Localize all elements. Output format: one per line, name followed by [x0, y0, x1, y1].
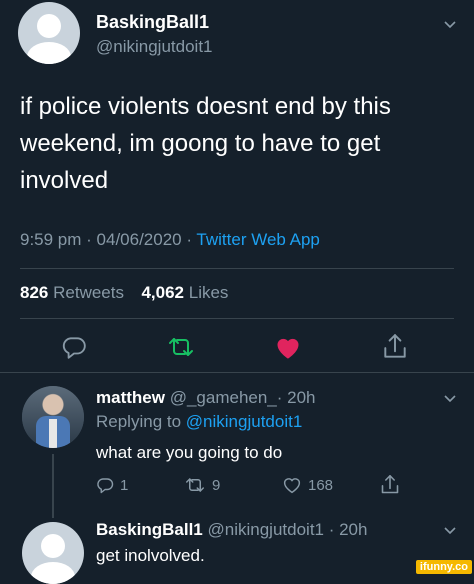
reply-text: get inolvolved.	[96, 546, 205, 565]
like-count[interactable]: 4,062	[141, 283, 184, 302]
avatar[interactable]	[22, 386, 84, 448]
avatar[interactable]	[18, 2, 80, 64]
reply-action[interactable]: 1	[96, 476, 128, 494]
likes-label[interactable]: Likes	[189, 283, 229, 302]
tweet-time: 9:59 pm · 04/06/2020 ·	[20, 230, 197, 249]
replying-to: Replying to @nikingjutdoit1	[96, 412, 302, 432]
retweet-count: 9	[212, 476, 221, 494]
display-name[interactable]: BaskingBall1	[96, 520, 203, 539]
share-icon[interactable]	[382, 333, 408, 361]
heart-icon[interactable]	[282, 476, 302, 494]
heart-icon[interactable]	[274, 334, 302, 360]
divider	[0, 372, 474, 373]
handle-time[interactable]: @nikingjutdoit1 · 20h	[208, 520, 368, 539]
tweet-meta: 9:59 pm · 04/06/2020 · Twitter Web App	[20, 230, 320, 250]
reply-header: matthew @_gamehen_· 20h	[96, 388, 316, 408]
retweet-action[interactable]: 9	[184, 476, 220, 494]
reply-icon[interactable]	[61, 334, 87, 360]
chevron-down-icon[interactable]	[443, 524, 457, 538]
like-count: 168	[308, 476, 334, 494]
thread-line	[52, 454, 54, 518]
divider	[20, 268, 454, 269]
handle-time[interactable]: @_gamehen_· 20h	[170, 388, 316, 407]
reply-text: what are you going to do	[96, 443, 283, 462]
watermark: ifunny.co	[415, 560, 472, 574]
tweet-stats: 826 Retweets 4,062 Likes	[20, 283, 228, 303]
like-action[interactable]: 168	[282, 476, 333, 494]
reply-header: BaskingBall1 @nikingjutdoit1 · 20h	[96, 520, 367, 540]
replying-handle[interactable]: @nikingjutdoit1	[186, 412, 303, 431]
reply-count: 1	[120, 476, 129, 494]
divider	[20, 318, 454, 319]
retweet-icon[interactable]	[184, 476, 206, 494]
share-icon[interactable]	[380, 474, 400, 496]
retweets-label[interactable]: Retweets	[53, 283, 124, 302]
chevron-down-icon[interactable]	[443, 392, 457, 406]
handle[interactable]: @nikingjutdoit1	[96, 37, 213, 57]
reply-icon[interactable]	[96, 476, 114, 494]
tweet-source[interactable]: Twitter Web App	[196, 230, 319, 249]
chevron-down-icon[interactable]	[443, 18, 457, 32]
retweet-icon[interactable]	[167, 334, 195, 360]
replying-prefix: Replying to	[96, 412, 186, 431]
display-name[interactable]: BaskingBall1	[96, 12, 209, 33]
display-name[interactable]: matthew	[96, 388, 165, 407]
tweet-text: if police violents doesnt end by this we…	[20, 93, 391, 194]
retweet-count[interactable]: 826	[20, 283, 48, 302]
